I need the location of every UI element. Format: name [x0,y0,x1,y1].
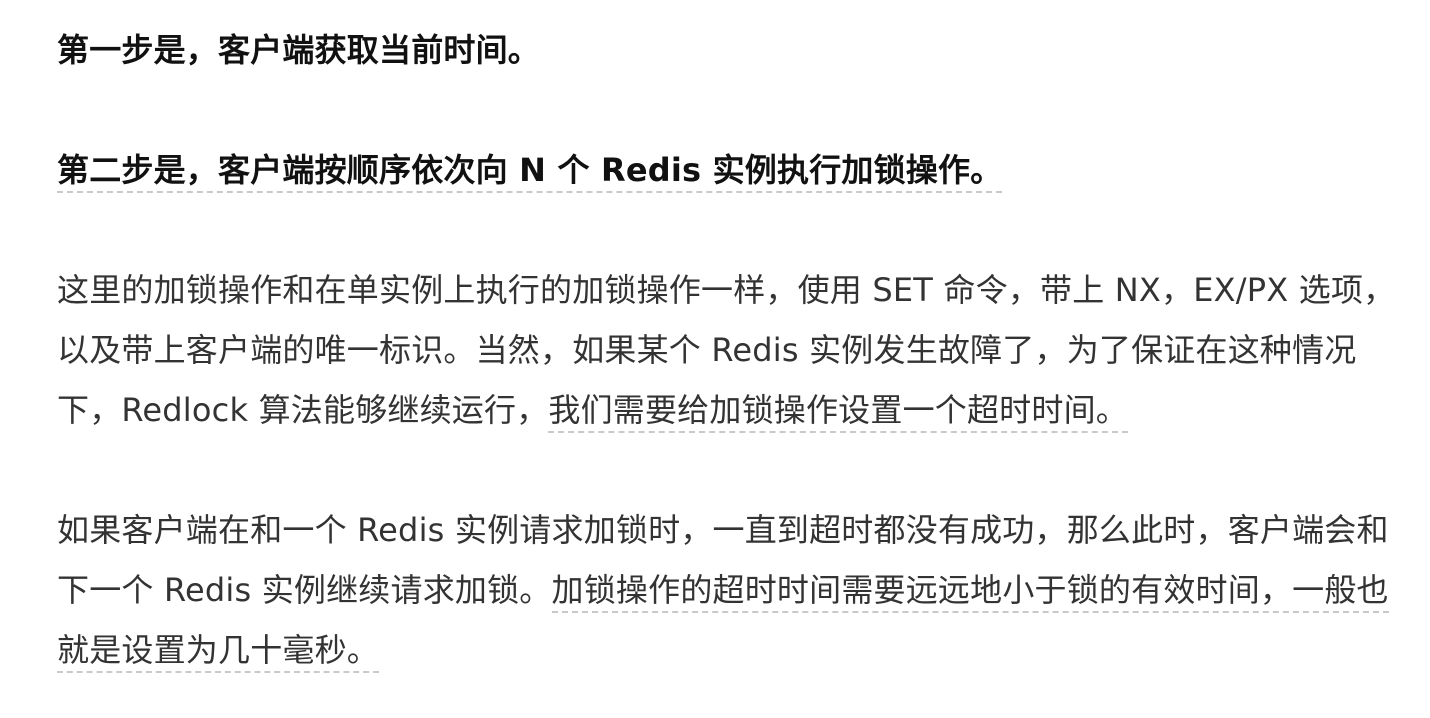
step-two-heading: 第二步是，客户端按顺序依次向 N 个 Redis 实例执行加锁操作。 [57,140,1003,200]
lock-operation-highlight: 我们需要给加锁操作设置一个超时时间。 [548,391,1128,433]
step-one-heading: 第一步是，客户端获取当前时间。 [57,20,540,80]
timeout-paragraph: 如果客户端在和一个 Redis 实例请求加锁时，一直到超时都没有成功，那么此时，… [57,500,1409,680]
lock-operation-paragraph: 这里的加锁操作和在单实例上执行的加锁操作一样，使用 SET 命令，带上 NX，E… [57,260,1409,440]
step-two-text: 第二步是，客户端按顺序依次向 N 个 Redis 实例执行加锁操作。 [57,151,1003,193]
step-one-text: 第一步是，客户端获取当前时间。 [57,31,541,69]
